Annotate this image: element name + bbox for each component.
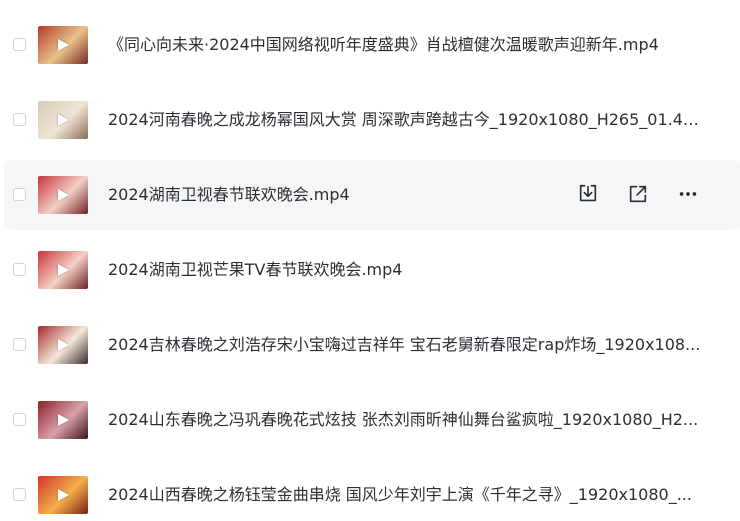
video-thumbnail — [38, 251, 88, 289]
play-icon — [58, 189, 69, 201]
more-icon — [679, 192, 697, 196]
video-thumbnail — [38, 476, 88, 514]
play-icon — [58, 114, 69, 126]
row-checkbox[interactable] — [13, 188, 26, 201]
share-button[interactable] — [626, 182, 650, 206]
share-icon — [629, 185, 647, 203]
file-name[interactable]: 《同心向未来·2024中国网络视听年度盛典》肖战檀健次温暖歌声迎新年.mp4 — [108, 10, 688, 80]
file-name[interactable]: 2024山东春晚之冯巩春晚花式炫技 张杰刘雨昕神仙舞台鲨疯啦_1920x1080… — [108, 385, 708, 455]
video-thumbnail — [38, 326, 88, 364]
video-thumbnail — [38, 26, 88, 64]
row-actions — [576, 182, 700, 206]
file-name[interactable]: 2024湖南卫视春节联欢晚会.mp4 — [108, 160, 528, 230]
row-checkbox[interactable] — [13, 338, 26, 351]
file-row[interactable]: 2024山东春晚之冯巩春晚花式炫技 张杰刘雨昕神仙舞台鲨疯啦_1920x1080… — [4, 385, 740, 455]
file-list: 《同心向未来·2024中国网络视听年度盛典》肖战檀健次温暖歌声迎新年.mp4 2… — [0, 0, 740, 521]
row-checkbox[interactable] — [13, 113, 26, 126]
row-checkbox[interactable] — [13, 263, 26, 276]
file-name[interactable]: 2024河南春晚之成龙杨幂国风大赏 周深歌声跨越古今_1920x1080_H26… — [108, 85, 708, 155]
play-icon — [58, 339, 69, 351]
file-row[interactable]: 2024山西春晚之杨钰莹金曲串烧 国风少年刘宇上演《千年之寻》_1920x108… — [4, 460, 740, 521]
row-checkbox[interactable] — [13, 413, 26, 426]
download-button[interactable] — [576, 182, 600, 206]
file-name[interactable]: 2024吉林春晚之刘浩存宋小宝嗨过吉祥年 宝石老舅新春限定rap炸场_1920x… — [108, 310, 708, 380]
file-row[interactable]: 2024河南春晚之成龙杨幂国风大赏 周深歌声跨越古今_1920x1080_H26… — [4, 85, 740, 155]
play-icon — [58, 414, 69, 426]
file-row[interactable]: 2024湖南卫视芒果TV春节联欢晚会.mp4 — [4, 235, 740, 305]
video-thumbnail — [38, 101, 88, 139]
play-icon — [58, 39, 69, 51]
file-row[interactable]: 《同心向未来·2024中国网络视听年度盛典》肖战檀健次温暖歌声迎新年.mp4 — [4, 10, 740, 80]
file-name[interactable]: 2024山西春晚之杨钰莹金曲串烧 国风少年刘宇上演《千年之寻》_1920x108… — [108, 460, 708, 521]
row-checkbox[interactable] — [13, 38, 26, 51]
more-button[interactable] — [676, 182, 700, 206]
file-row[interactable]: 2024吉林春晚之刘浩存宋小宝嗨过吉祥年 宝石老舅新春限定rap炸场_1920x… — [4, 310, 740, 380]
file-row[interactable]: 2024湖南卫视春节联欢晚会.mp4 — [4, 160, 740, 230]
row-checkbox[interactable] — [13, 488, 26, 501]
download-icon — [579, 184, 597, 202]
video-thumbnail — [38, 176, 88, 214]
play-icon — [58, 489, 69, 501]
file-name[interactable]: 2024湖南卫视芒果TV春节联欢晚会.mp4 — [108, 235, 708, 305]
play-icon — [58, 264, 69, 276]
video-thumbnail — [38, 401, 88, 439]
